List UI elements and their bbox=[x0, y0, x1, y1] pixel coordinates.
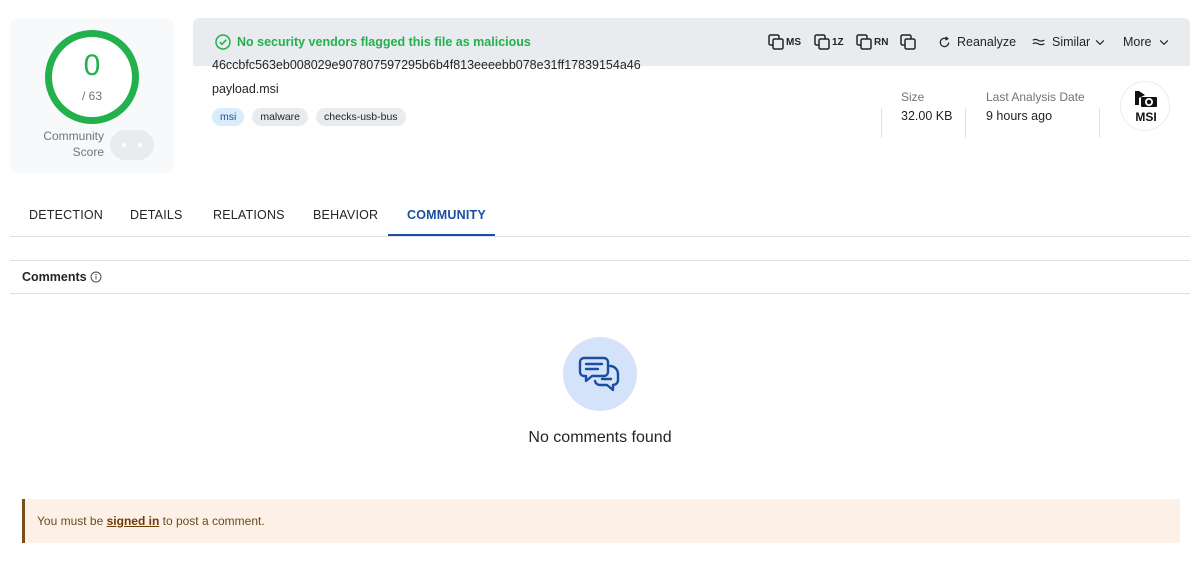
divider bbox=[881, 108, 882, 138]
size-value: 32.00 KB bbox=[901, 109, 953, 123]
size-label: Size bbox=[901, 90, 925, 104]
detection-count: 0 bbox=[83, 49, 101, 82]
file-type-badge: MSI bbox=[1120, 81, 1170, 131]
community-score-label: Community Score bbox=[43, 129, 104, 159]
info-icon[interactable] bbox=[90, 271, 102, 283]
signin-notice: You must be signed in to post a comment. bbox=[22, 499, 1180, 543]
last-analysis-label: Last Analysis Date bbox=[986, 90, 1085, 104]
similar-dropdown[interactable]: Similar bbox=[1031, 32, 1107, 52]
copy-sha256-button[interactable]: RN bbox=[855, 32, 888, 52]
copy-icon bbox=[900, 34, 916, 50]
copy-link-button[interactable] bbox=[899, 32, 917, 52]
copy-sha1-button[interactable]: 1Z bbox=[813, 32, 844, 52]
reanalyze-button[interactable]: Reanalyze bbox=[937, 32, 1016, 52]
tag-msi[interactable]: msi bbox=[212, 108, 245, 126]
tab-details[interactable]: DETAILS bbox=[130, 208, 183, 222]
tab-community[interactable]: COMMUNITY bbox=[407, 208, 486, 222]
comments-empty-illustration bbox=[563, 337, 637, 411]
tab-relations[interactable]: RELATIONS bbox=[213, 208, 285, 222]
tag-checks-usb-bus[interactable]: checks-usb-bus bbox=[316, 108, 406, 126]
sign-in-link[interactable]: signed in bbox=[107, 514, 160, 528]
chevron-down-icon bbox=[1095, 40, 1105, 46]
no-comments-message: No comments found bbox=[528, 429, 672, 446]
signin-notice-text: You must be signed in to post a comment. bbox=[37, 514, 265, 528]
divider bbox=[965, 108, 966, 138]
file-name: payload.msi bbox=[212, 82, 279, 96]
file-hash[interactable]: 46ccbfc563eb008029e907807597295b6b4f813e… bbox=[212, 58, 641, 72]
active-tab-indicator bbox=[388, 234, 495, 236]
file-type-label: MSI bbox=[1135, 110, 1156, 124]
toggle-dot-icon bbox=[122, 143, 126, 147]
verdict-message: No security vendors flagged this file as… bbox=[237, 35, 531, 49]
chevron-down-icon bbox=[1160, 40, 1169, 46]
copy-icon bbox=[856, 34, 872, 50]
msi-file-icon: MSI bbox=[1135, 91, 1157, 124]
tab-behavior[interactable]: BEHAVIOR bbox=[313, 208, 378, 222]
check-circle-icon bbox=[215, 34, 231, 50]
refresh-icon bbox=[939, 35, 950, 47]
toggle-dot-icon bbox=[138, 143, 142, 147]
last-analysis-value: 9 hours ago bbox=[986, 109, 1053, 123]
more-dropdown[interactable]: More bbox=[1123, 32, 1171, 52]
divider bbox=[1099, 108, 1100, 138]
copy-icon bbox=[768, 34, 784, 50]
file-tags: msi malware checks-usb-bus bbox=[212, 108, 406, 126]
engine-total: / 63 bbox=[81, 89, 102, 103]
report-tabs: DETECTION DETAILS RELATIONS BEHAVIOR COM… bbox=[10, 193, 1190, 237]
tag-malware[interactable]: malware bbox=[252, 108, 309, 126]
chat-bubbles-icon bbox=[578, 356, 620, 392]
comments-header: Comments bbox=[10, 260, 1190, 294]
copy-md5-button[interactable]: MS bbox=[767, 32, 801, 52]
tab-detection[interactable]: DETECTION bbox=[29, 208, 103, 222]
community-score-card: 0 / 63 Community Score bbox=[10, 18, 174, 173]
file-summary-card: No security vendors flagged this file as… bbox=[193, 18, 1190, 173]
community-score-toggle[interactable] bbox=[110, 130, 154, 160]
detection-score-ring: 0 / 63 bbox=[45, 30, 139, 124]
comments-title: Comments bbox=[22, 270, 87, 284]
similar-icon bbox=[1032, 38, 1045, 46]
copy-icon bbox=[814, 34, 830, 50]
